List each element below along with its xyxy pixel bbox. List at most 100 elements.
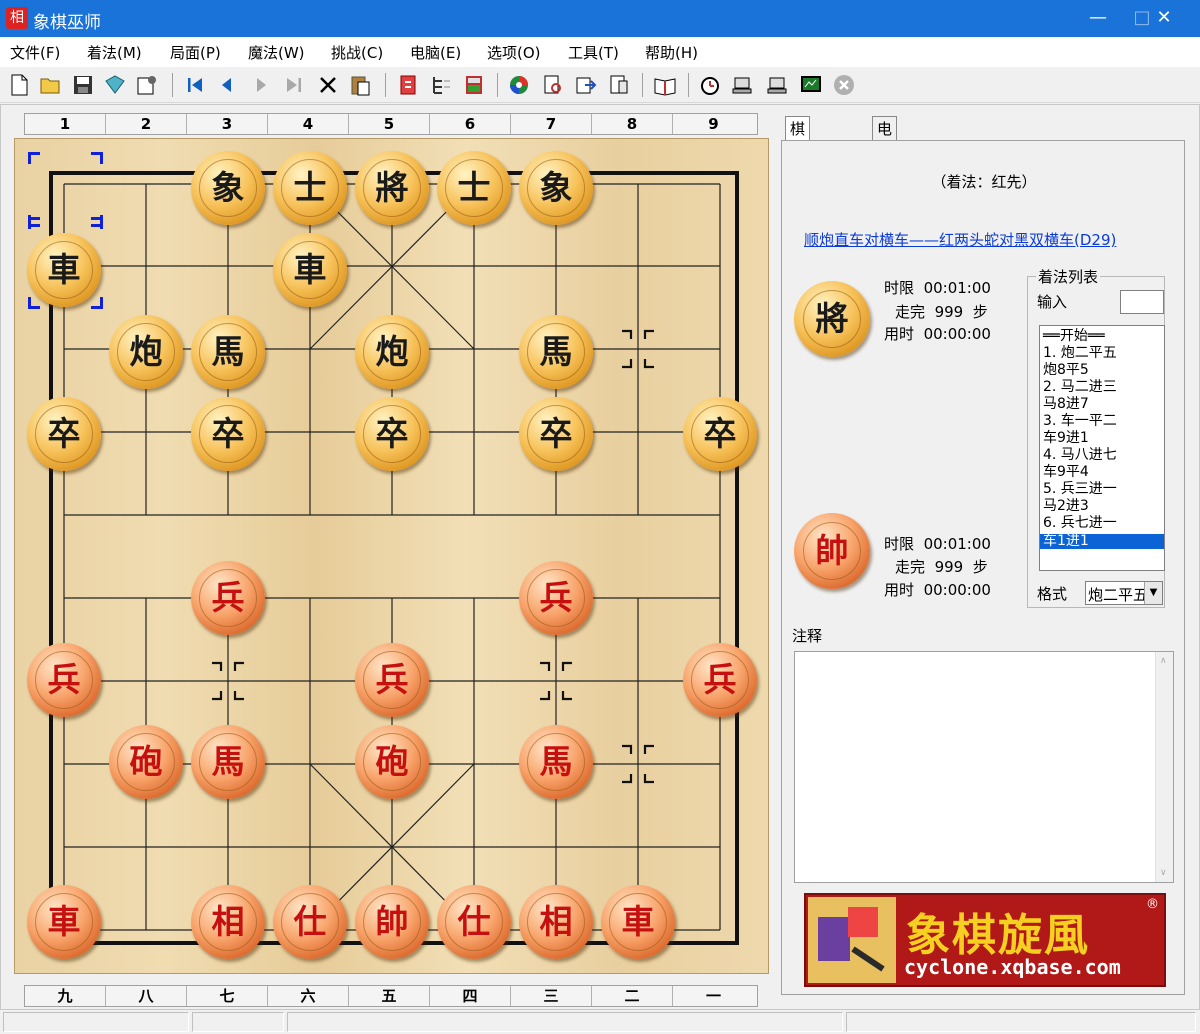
cyclone-banner[interactable]: 象棋旋風 ® cyclone.xqbase.com <box>804 893 1166 987</box>
red-elephant-piece[interactable]: 相 <box>519 885 593 959</box>
menu-moves[interactable]: 着法(M) <box>87 42 142 63</box>
menu-position[interactable]: 局面(P) <box>170 42 221 63</box>
properties-icon[interactable] <box>135 73 159 97</box>
column-label: 一 <box>705 987 721 1005</box>
minimize-button[interactable]: — <box>1076 0 1120 37</box>
red-soldier-piece[interactable]: 兵 <box>191 561 265 635</box>
open-folder-icon[interactable] <box>39 73 63 97</box>
red-chariot-piece[interactable]: 車 <box>27 885 101 959</box>
red-advisor-piece[interactable]: 仕 <box>437 885 511 959</box>
next-move-icon[interactable] <box>249 73 273 97</box>
red-soldier-piece[interactable]: 兵 <box>683 643 757 717</box>
list-item[interactable]: 马2进3 <box>1043 499 1089 514</box>
menu-options[interactable]: 选项(O) <box>487 42 541 63</box>
black-horse-piece[interactable]: 馬 <box>191 315 265 389</box>
flip-board-icon[interactable] <box>396 73 420 97</box>
black-horse-piece[interactable]: 馬 <box>519 315 593 389</box>
list-item-selected[interactable]: 车1进1 <box>1040 534 1164 549</box>
export-icon[interactable] <box>574 73 598 97</box>
list-item[interactable]: 马8进7 <box>1043 397 1089 412</box>
black-advisor-piece[interactable]: 士 <box>437 151 511 225</box>
red-chariot-piece[interactable]: 車 <box>601 885 675 959</box>
computer-black-icon[interactable] <box>766 73 790 97</box>
menu-challenge[interactable]: 挑战(C) <box>331 42 383 63</box>
opening-link[interactable]: 顺炮直车对横车——红两头蛇对黑双横车(D29) <box>804 229 1116 250</box>
list-item[interactable]: 2. 马二进三 <box>1043 380 1117 395</box>
red-horse-piece[interactable]: 馬 <box>519 725 593 799</box>
move-input[interactable] <box>1120 290 1164 314</box>
list-item[interactable]: 车9进1 <box>1043 431 1089 446</box>
red-general-piece[interactable]: 帥 <box>355 885 429 959</box>
list-item[interactable]: ══开始══ <box>1043 329 1105 344</box>
previous-move-icon[interactable] <box>215 73 239 97</box>
black-elephant-piece[interactable]: 象 <box>519 151 593 225</box>
paste-icon[interactable] <box>348 73 372 97</box>
black-cannon-piece[interactable]: 炮 <box>109 315 183 389</box>
print-preview-icon[interactable] <box>607 73 631 97</box>
scroll-up-icon[interactable]: ∧ <box>1160 656 1167 666</box>
move-list[interactable]: ══开始══ 1. 炮二平五 炮8平5 2. 马二进三 马8进7 3. 车一平二… <box>1039 325 1165 571</box>
chess-board[interactable]: 象 士 將 士 象 車 車 炮 馬 炮 馬 卒 卒 卒 卒 卒 兵 兵 兵 兵 … <box>14 138 769 974</box>
menu-tools[interactable]: 工具(T) <box>568 42 619 63</box>
list-item[interactable]: 4. 马八进七 <box>1043 448 1117 463</box>
red-elephant-piece[interactable]: 相 <box>191 885 265 959</box>
computer-red-icon[interactable] <box>731 73 755 97</box>
list-item[interactable]: 3. 车一平二 <box>1043 414 1117 429</box>
red-horse-piece[interactable]: 馬 <box>191 725 265 799</box>
black-chariot-piece[interactable]: 車 <box>273 233 347 307</box>
column-label: 2 <box>106 114 187 134</box>
menu-file[interactable]: 文件(F) <box>10 42 60 63</box>
red-soldier-piece[interactable]: 兵 <box>27 643 101 717</box>
first-move-icon[interactable] <box>183 73 207 97</box>
black-soldier-piece[interactable]: 卒 <box>519 397 593 471</box>
delete-icon[interactable] <box>316 73 340 97</box>
black-cannon-piece[interactable]: 炮 <box>355 315 429 389</box>
move-tree-icon[interactable] <box>430 73 454 97</box>
list-item[interactable]: 炮8平5 <box>1043 363 1089 378</box>
red-moves: 走完 999 步 <box>895 558 988 576</box>
list-item[interactable]: 6. 兵七进一 <box>1043 516 1117 531</box>
notes-textarea[interactable]: ∧ ∨ <box>794 651 1174 883</box>
open-book-icon[interactable] <box>653 73 677 97</box>
tab-game-info[interactable]: 棋局信息 <box>785 116 811 201</box>
red-advisor-piece[interactable]: 仕 <box>273 885 347 959</box>
board-grid <box>49 171 739 945</box>
list-item[interactable]: 5. 兵三进一 <box>1043 482 1117 497</box>
red-cannon-piece[interactable]: 砲 <box>355 725 429 799</box>
black-soldier-piece[interactable]: 卒 <box>191 397 265 471</box>
black-elephant-piece[interactable]: 象 <box>191 151 265 225</box>
menu-help[interactable]: 帮助(H) <box>645 42 698 63</box>
chevron-down-icon[interactable]: ▼ <box>1144 582 1162 604</box>
notes-scrollbar[interactable]: ∧ ∨ <box>1155 652 1173 882</box>
black-chariot-piece[interactable]: 車 <box>27 233 101 307</box>
list-item[interactable]: 1. 炮二平五 <box>1043 346 1117 361</box>
black-soldier-piece[interactable]: 卒 <box>27 397 101 471</box>
last-move-icon[interactable] <box>282 73 306 97</box>
format-select[interactable]: 炮二平五 ▼ <box>1085 581 1163 605</box>
scroll-down-icon[interactable]: ∨ <box>1160 868 1167 878</box>
red-soldier-piece[interactable]: 兵 <box>519 561 593 635</box>
close-button[interactable]: ✕ <box>1142 0 1186 37</box>
black-general-piece[interactable]: 將 <box>355 151 429 225</box>
search-document-icon[interactable] <box>541 73 565 97</box>
black-advisor-piece[interactable]: 士 <box>273 151 347 225</box>
list-item[interactable]: 车9平4 <box>1043 465 1089 480</box>
new-file-icon[interactable] <box>7 73 31 97</box>
stop-icon[interactable] <box>832 73 856 97</box>
red-cannon-piece[interactable]: 砲 <box>109 725 183 799</box>
menu-magic[interactable]: 魔法(W) <box>248 42 305 63</box>
banner-url: cyclone.xqbase.com <box>904 955 1121 979</box>
engine-wheel-icon[interactable] <box>507 73 531 97</box>
black-soldier-piece[interactable]: 卒 <box>355 397 429 471</box>
banner-logo-image <box>808 897 896 983</box>
menu-computer[interactable]: 电脑(E) <box>410 42 461 63</box>
tab-computer-analysis[interactable]: 电脑分析 <box>872 116 898 201</box>
monitor-icon[interactable] <box>799 73 823 97</box>
book-icon[interactable] <box>103 73 127 97</box>
status-cell <box>192 1012 284 1032</box>
black-soldier-piece[interactable]: 卒 <box>683 397 757 471</box>
red-soldier-piece[interactable]: 兵 <box>355 643 429 717</box>
timer-icon[interactable] <box>698 73 722 97</box>
save-icon[interactable] <box>71 73 95 97</box>
calculator-icon[interactable] <box>462 73 486 97</box>
